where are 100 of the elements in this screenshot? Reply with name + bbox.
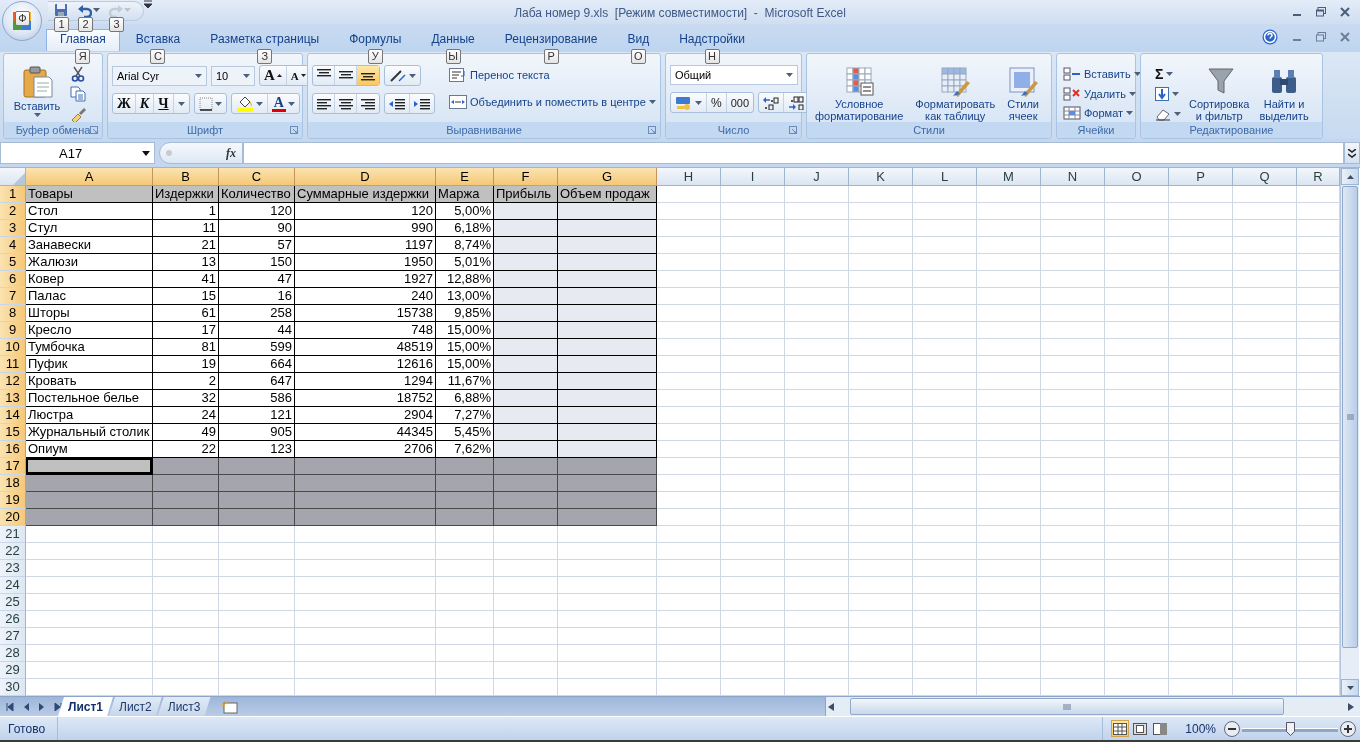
editing-button[interactable]: Сортировка и фильтр [1187, 65, 1252, 122]
row-header[interactable]: 14 [0, 407, 26, 424]
styles-button[interactable]: Условное форматирование [813, 65, 906, 122]
row-header[interactable]: 13 [0, 390, 26, 407]
formula-field[interactable] [243, 142, 1344, 165]
merge-center-button[interactable]: Объединить и поместить в центре [447, 92, 658, 112]
font-color-button[interactable]: A [267, 94, 299, 113]
font-name-field[interactable]: Arial Cyr [112, 65, 207, 86]
pagebreak-view-button[interactable] [1151, 720, 1170, 737]
column-header[interactable]: D [295, 168, 436, 186]
row-header[interactable]: 16 [0, 441, 26, 458]
slider-thumb[interactable] [1285, 721, 1295, 736]
row-header[interactable]: 19 [0, 492, 26, 509]
row-header[interactable]: 10 [0, 339, 26, 356]
underline-button[interactable]: Ч [154, 94, 174, 113]
layout-view-button[interactable] [1131, 720, 1150, 737]
scroll-right-icon[interactable] [1348, 702, 1354, 711]
row-header[interactable]: 9 [0, 322, 26, 339]
column-header[interactable]: F [494, 168, 558, 186]
new-sheet-icon[interactable] [220, 699, 239, 714]
close-icon[interactable] [1340, 7, 1350, 17]
scissors-icon[interactable] [70, 66, 86, 82]
column-header[interactable]: J [785, 168, 849, 186]
format-painter-icon[interactable] [70, 106, 86, 122]
row-header[interactable]: 3 [0, 220, 26, 237]
autosum-button[interactable]: Σ [1153, 65, 1183, 82]
close-icon[interactable] [1340, 32, 1350, 42]
sheet-tab[interactable]: Лист3 [157, 697, 211, 716]
row-header[interactable]: 2 [0, 203, 26, 220]
font-size-field[interactable]: 10 [211, 65, 255, 86]
column-header[interactable]: B [153, 168, 219, 186]
column-header[interactable]: I [721, 168, 785, 186]
column-header[interactable]: P [1169, 168, 1233, 186]
row-header[interactable]: 22 [0, 543, 26, 560]
column-header[interactable]: A [26, 168, 153, 186]
active-cell[interactable] [26, 458, 153, 475]
row-header[interactable]: 17 [0, 458, 26, 475]
sheet-tab[interactable]: Лист1 [58, 697, 114, 716]
bold-button[interactable]: Ж [113, 94, 136, 113]
row-header[interactable]: 18 [0, 475, 26, 492]
column-header[interactable]: R [1297, 168, 1340, 186]
ribbon-tab[interactable]: Главная Я [46, 29, 120, 65]
cells-button[interactable]: Удалить [1061, 84, 1143, 103]
previous-sheet-icon[interactable] [22, 702, 30, 711]
office-button[interactable]: Ф [2, 1, 42, 41]
styles-button[interactable]: Стили ячеек [1005, 65, 1042, 122]
row-header[interactable]: 28 [0, 645, 26, 662]
customize-icon[interactable] [144, 0, 152, 8]
column-header[interactable]: Q [1233, 168, 1297, 186]
number-format-field[interactable]: Общий [670, 65, 798, 85]
row-header[interactable]: 23 [0, 560, 26, 577]
paste-button[interactable]: Вставить [8, 65, 66, 122]
row-header[interactable]: 8 [0, 305, 26, 322]
row-header[interactable]: 21 [0, 526, 26, 543]
column-header[interactable]: H [657, 168, 721, 186]
column-header[interactable]: C [219, 168, 295, 186]
row-header[interactable]: 5 [0, 254, 26, 271]
restore-icon[interactable] [1316, 7, 1326, 17]
italic-button[interactable]: К [135, 94, 155, 113]
row-header[interactable]: 30 [0, 679, 26, 696]
scrollbar-thumb[interactable] [850, 698, 1284, 715]
row-header[interactable]: 11 [0, 356, 26, 373]
row-header[interactable]: 29 [0, 662, 26, 679]
thousands-button[interactable]: 000 [726, 93, 754, 112]
row-header[interactable]: 20 [0, 509, 26, 526]
normal-view-button[interactable] [1111, 720, 1130, 737]
row-header[interactable]: 7 [0, 288, 26, 305]
scroll-down-button[interactable] [1341, 679, 1359, 696]
row-header[interactable]: 12 [0, 373, 26, 390]
row-header[interactable]: 6 [0, 271, 26, 288]
editing-button[interactable]: Найти и выделить [1257, 65, 1311, 122]
column-header[interactable]: M [977, 168, 1041, 186]
column-header[interactable]: N [1041, 168, 1105, 186]
column-header[interactable]: L [913, 168, 977, 186]
zoom-out-icon[interactable] [1224, 720, 1240, 737]
zoom-in-icon[interactable] [1340, 720, 1356, 737]
scroll-left-icon[interactable] [828, 702, 834, 711]
column-header[interactable]: E [436, 168, 494, 186]
wrap-text-button[interactable]: Перенос текста [447, 65, 658, 85]
column-header[interactable]: G [558, 168, 657, 186]
name-box[interactable]: A17 [0, 142, 155, 165]
save-button[interactable]: 1 [54, 4, 69, 32]
row-header[interactable]: 26 [0, 611, 26, 628]
copy-icon[interactable] [70, 86, 86, 102]
column-header[interactable]: O [1105, 168, 1169, 186]
percent-button[interactable]: % [707, 93, 727, 112]
sheet-tab[interactable]: Лист2 [109, 697, 162, 716]
zoom-level[interactable]: 100% [1177, 721, 1224, 736]
vertical-align-button[interactable] [357, 66, 379, 85]
styles-button[interactable]: Форматировать как таблицу [913, 65, 998, 122]
help-icon[interactable] [1262, 29, 1278, 45]
grow-font-button[interactable]: A [260, 66, 287, 85]
row-header[interactable]: 25 [0, 594, 26, 611]
column-header[interactable]: K [849, 168, 913, 186]
scroll-up-button[interactable] [1341, 168, 1359, 185]
first-sheet-icon[interactable] [6, 702, 14, 711]
restore-icon[interactable] [1316, 32, 1326, 42]
row-header[interactable]: 1 [0, 186, 26, 203]
row-header[interactable]: 4 [0, 237, 26, 254]
last-sheet-icon[interactable] [54, 702, 62, 711]
